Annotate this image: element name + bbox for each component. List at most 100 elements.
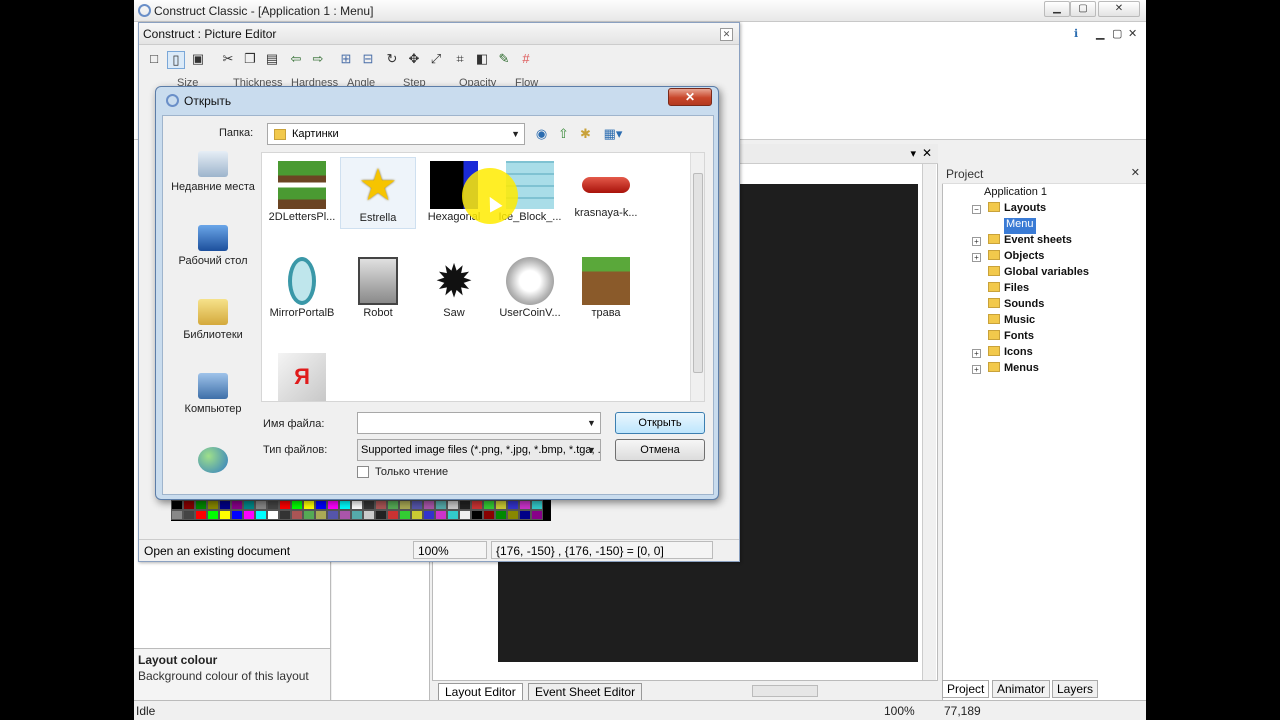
palette-swatch[interactable] (519, 510, 531, 520)
file-item[interactable]: Robot (340, 253, 416, 325)
palette-swatch[interactable] (231, 500, 243, 510)
minimize-button[interactable]: ▁ (1044, 1, 1070, 17)
palette-swatch[interactable] (171, 510, 183, 520)
file-item[interactable]: Я (264, 349, 340, 421)
tree-item-menus[interactable]: + Menus (972, 362, 1039, 378)
up-folder-icon[interactable]: ⇧ (555, 125, 572, 142)
palette-swatch[interactable] (471, 500, 483, 510)
tree-item-event-sheets[interactable]: + Event sheets (972, 234, 1072, 250)
tree-item-global-variables[interactable]: Global variables (988, 266, 1089, 282)
palette-swatch[interactable] (267, 500, 279, 510)
mask-icon[interactable]: ◧ (473, 51, 491, 69)
place-recent[interactable]: Недавние места (167, 151, 259, 193)
palette-swatch[interactable] (303, 510, 315, 520)
expand-icon[interactable]: + (972, 349, 981, 358)
file-item[interactable]: MirrorPortalB (264, 253, 340, 325)
place-libraries[interactable]: Библиотеки (167, 299, 259, 341)
tab-layers[interactable]: Layers (1052, 680, 1099, 698)
palette-swatch[interactable] (171, 500, 183, 510)
tree-item-objects[interactable]: + Objects (972, 250, 1044, 266)
palette-swatch[interactable] (447, 510, 459, 520)
palette-swatch[interactable] (375, 500, 387, 510)
palette-swatch[interactable] (483, 510, 495, 520)
dialog-close-button[interactable]: ✕ (668, 88, 712, 106)
palette-swatch[interactable] (399, 510, 411, 520)
file-item[interactable]: UserCoinV... (492, 253, 568, 325)
expand-icon[interactable]: + (972, 253, 981, 262)
move-icon[interactable]: ✥ (405, 51, 423, 69)
grid-icon[interactable]: # (517, 51, 535, 69)
palette-swatch[interactable] (207, 500, 219, 510)
panel-close-icon[interactable]: ✕ (1131, 166, 1140, 179)
palette-swatch[interactable] (279, 510, 291, 520)
readonly-checkbox[interactable] (357, 466, 369, 478)
flip-horizontal-icon[interactable]: ⊞ (337, 51, 355, 69)
filename-input[interactable] (357, 412, 601, 434)
palette-swatch[interactable] (183, 500, 195, 510)
palette-swatch[interactable] (411, 500, 423, 510)
palette-swatch[interactable] (351, 500, 363, 510)
palette-swatch[interactable] (507, 510, 519, 520)
file-item[interactable]: трава (568, 253, 644, 325)
palette-swatch[interactable] (315, 500, 327, 510)
palette-swatch[interactable] (423, 510, 435, 520)
paste-icon[interactable]: ▤ (263, 51, 281, 69)
file-item[interactable]: ★ Estrella (340, 157, 416, 229)
tree-item-fonts[interactable]: Fonts (988, 330, 1034, 346)
palette-swatch[interactable] (327, 500, 339, 510)
new-icon[interactable]: □ (145, 51, 163, 69)
tab-project[interactable]: Project (942, 680, 990, 698)
collapse-icon[interactable]: − (972, 205, 981, 214)
maximize-button[interactable]: ▢ (1070, 1, 1096, 17)
tree-item-sounds[interactable]: Sounds (988, 298, 1044, 314)
place-computer[interactable]: Компьютер (167, 373, 259, 415)
resize-icon[interactable]: ⤢ (427, 51, 445, 69)
chevron-down-icon[interactable]: ▼ (587, 445, 596, 455)
palette-swatch[interactable] (519, 500, 531, 510)
help-icon[interactable]: ℹ (1074, 27, 1078, 40)
place-network[interactable] (167, 447, 259, 477)
palette-swatch[interactable] (183, 510, 195, 520)
ribbon-restore-icon[interactable]: ▢ (1112, 27, 1122, 40)
palette-swatch[interactable] (471, 510, 483, 520)
ribbon-minimize-icon[interactable]: ▁ (1096, 27, 1104, 40)
open-button[interactable]: Открыть (615, 412, 705, 434)
palette-swatch[interactable] (327, 510, 339, 520)
back-icon[interactable]: ◉ (533, 125, 550, 142)
file-item[interactable]: 2DLettersPl... (264, 157, 340, 229)
tree-root[interactable]: Application 1 (984, 186, 1047, 202)
palette-swatch[interactable] (291, 500, 303, 510)
palette-swatch[interactable] (387, 510, 399, 520)
palette-swatch[interactable] (423, 500, 435, 510)
palette-swatch[interactable] (363, 500, 375, 510)
color-palette[interactable] (171, 499, 551, 521)
place-desktop[interactable]: Рабочий стол (167, 225, 259, 267)
palette-swatch[interactable] (435, 500, 447, 510)
redo-icon[interactable]: ⇨ (309, 51, 327, 69)
file-list-scrollbar[interactable] (690, 153, 704, 401)
palette-swatch[interactable] (267, 510, 279, 520)
palette-swatch[interactable] (303, 500, 315, 510)
file-item[interactable]: krasnaya-k... (568, 157, 644, 229)
palette-swatch[interactable] (243, 510, 255, 520)
palette-swatch[interactable] (447, 500, 459, 510)
tree-item-menu[interactable]: Menu (1004, 218, 1036, 234)
palette-swatch[interactable] (279, 500, 291, 510)
cut-icon[interactable]: ✂ (219, 51, 237, 69)
palette-swatch[interactable] (459, 500, 471, 510)
tree-item-files[interactable]: Files (988, 282, 1029, 298)
palette-swatch[interactable] (531, 510, 543, 520)
palette-swatch[interactable] (243, 500, 255, 510)
palette-swatch[interactable] (351, 510, 363, 520)
folder-select[interactable]: Картинки ▼ (267, 123, 525, 145)
file-item[interactable]: ✹ Saw (416, 253, 492, 325)
copy-icon[interactable]: ❐ (241, 51, 259, 69)
palette-swatch[interactable] (375, 510, 387, 520)
rotate-icon[interactable]: ↻ (383, 51, 401, 69)
palette-swatch[interactable] (507, 500, 519, 510)
palette-swatch[interactable] (255, 500, 267, 510)
view-menu-icon[interactable]: ▦▾ (599, 125, 627, 142)
palette-swatch[interactable] (339, 500, 351, 510)
palette-swatch[interactable] (531, 500, 543, 510)
flip-vertical-icon[interactable]: ⊟ (359, 51, 377, 69)
